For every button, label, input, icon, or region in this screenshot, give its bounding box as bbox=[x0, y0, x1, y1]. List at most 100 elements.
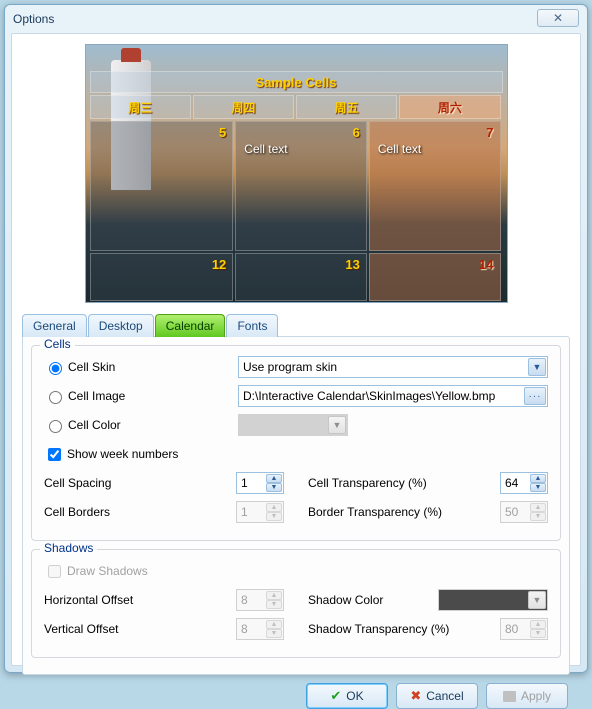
day-header-wed: 周三 bbox=[90, 95, 191, 119]
preview-cell: 14 bbox=[369, 253, 501, 301]
shadow-color-label: Shadow Color bbox=[308, 593, 438, 607]
cell-borders-label: Cell Borders bbox=[44, 505, 236, 519]
shadows-group: Shadows Draw Shadows Horizontal Offset 8… bbox=[31, 549, 561, 658]
horizontal-offset-value: 8 bbox=[241, 593, 248, 607]
shadows-row-2: Vertical Offset 8 ▲▼ Shadow Transparency … bbox=[44, 618, 548, 647]
cell-color-picker[interactable]: ▼ bbox=[238, 414, 348, 436]
cell-image-radio[interactable] bbox=[49, 391, 62, 404]
cell-skin-row: Cell Skin Use program skin ▼ bbox=[44, 356, 548, 378]
ok-button[interactable]: ✔ OK bbox=[306, 683, 388, 709]
day-header-thu: 周四 bbox=[193, 95, 294, 119]
cell-number: 13 bbox=[345, 257, 359, 272]
vertical-offset-value: 8 bbox=[241, 622, 248, 636]
preview-row-2: 12 13 14 bbox=[90, 253, 503, 301]
tab-panel: Cells Cell Skin Use program skin ▼ Cell … bbox=[22, 336, 570, 675]
preview-day-headers: 周三 周四 周五 周六 bbox=[90, 95, 503, 119]
cell-spacing-label: Cell Spacing bbox=[44, 476, 236, 490]
preview-cell: 12 bbox=[90, 253, 234, 301]
chevron-down-icon: ▼ bbox=[328, 416, 346, 434]
preview-cell: 6 Cell text bbox=[235, 121, 367, 251]
shadows-group-title: Shadows bbox=[40, 541, 97, 555]
cell-number: 6 bbox=[353, 125, 360, 140]
border-transparency-label: Border Transparency (%) bbox=[308, 505, 500, 519]
spinner-buttons: ▲▼ bbox=[530, 503, 546, 521]
cancel-button[interactable]: ✖ Cancel bbox=[396, 683, 478, 709]
shadow-transparency-spinner: 80 ▲▼ bbox=[500, 618, 548, 640]
spinner-buttons[interactable]: ▲▼ bbox=[266, 474, 282, 492]
horizontal-offset-spinner: 8 ▲▼ bbox=[236, 589, 284, 611]
apply-button: Apply bbox=[486, 683, 568, 709]
check-icon: ✔ bbox=[330, 688, 341, 704]
shadow-color-picker: ▼ bbox=[438, 589, 548, 611]
shadows-row-1: Horizontal Offset 8 ▲▼ Shadow Color ▼ bbox=[44, 589, 548, 618]
cell-number: 12 bbox=[212, 257, 226, 272]
tab-strip: General Desktop Calendar Fonts bbox=[22, 313, 570, 336]
cells-numeric-row-2: Cell Borders 1 ▲▼ Border Transparency (%)… bbox=[44, 501, 548, 530]
cell-image-label: Cell Image bbox=[68, 389, 238, 403]
calendar-preview: Sample Cells 周三 周四 周五 周六 5 6 Cell text 7C… bbox=[85, 44, 508, 303]
chevron-down-icon: ▼ bbox=[528, 358, 546, 376]
browse-button[interactable]: ··· bbox=[524, 387, 546, 405]
draw-shadows-row: Draw Shadows bbox=[44, 560, 548, 582]
ok-label: OK bbox=[346, 689, 363, 703]
cell-skin-label: Cell Skin bbox=[68, 360, 238, 374]
cell-color-row: Cell Color ▼ bbox=[44, 414, 548, 436]
preview-title-bar: Sample Cells bbox=[90, 71, 503, 93]
dialog-buttons: ✔ OK ✖ Cancel Apply bbox=[22, 675, 570, 709]
draw-shadows-label: Draw Shadows bbox=[67, 564, 148, 578]
window-title: Options bbox=[13, 12, 54, 26]
day-header-fri: 周五 bbox=[296, 95, 397, 119]
vertical-offset-label: Vertical Offset bbox=[44, 622, 236, 636]
show-week-numbers-checkbox[interactable] bbox=[48, 448, 61, 461]
cross-icon: ✖ bbox=[410, 688, 421, 704]
show-week-numbers-row: Show week numbers bbox=[44, 443, 548, 465]
cell-borders-spinner: 1 ▲▼ bbox=[236, 501, 284, 523]
options-dialog: Options ✕ Sample Cells 周三 周四 周五 周六 5 6 Ce… bbox=[4, 4, 588, 673]
cell-skin-combo[interactable]: Use program skin ▼ bbox=[238, 356, 548, 378]
cell-image-path[interactable]: D:\Interactive Calendar\SkinImages\Yello… bbox=[238, 385, 548, 407]
cell-transparency-spinner[interactable]: 64 ▲▼ bbox=[500, 472, 548, 494]
cell-number: 14 bbox=[479, 257, 493, 272]
tab-calendar[interactable]: Calendar bbox=[155, 314, 226, 337]
horizontal-offset-label: Horizontal Offset bbox=[44, 593, 236, 607]
tab-fonts[interactable]: Fonts bbox=[226, 314, 278, 337]
preview-cell: 7Cell text bbox=[369, 121, 501, 251]
cell-borders-value: 1 bbox=[241, 505, 248, 519]
cells-numeric-row-1: Cell Spacing 1▲▼ Cell Transparency (%) 6… bbox=[44, 472, 548, 501]
spinner-buttons: ▲▼ bbox=[266, 503, 282, 521]
cell-color-radio[interactable] bbox=[49, 420, 62, 433]
vertical-offset-spinner: 8 ▲▼ bbox=[236, 618, 284, 640]
close-button[interactable]: ✕ bbox=[537, 9, 579, 27]
shadow-transparency-label: Shadow Transparency (%) bbox=[308, 622, 500, 636]
cell-image-value: D:\Interactive Calendar\SkinImages\Yello… bbox=[243, 389, 495, 403]
close-icon: ✕ bbox=[553, 11, 563, 25]
cell-skin-radio[interactable] bbox=[49, 362, 62, 375]
show-week-numbers-label: Show week numbers bbox=[67, 447, 178, 461]
day-header-sat: 周六 bbox=[399, 95, 500, 119]
border-transparency-spinner: 50 ▲▼ bbox=[500, 501, 548, 523]
preview-cell: 13 bbox=[235, 253, 367, 301]
cell-text: Cell text bbox=[244, 142, 287, 156]
cell-color-label: Cell Color bbox=[68, 418, 238, 432]
chevron-down-icon: ▼ bbox=[528, 591, 546, 609]
cells-group-title: Cells bbox=[40, 337, 75, 351]
cancel-label: Cancel bbox=[426, 689, 463, 703]
cells-group: Cells Cell Skin Use program skin ▼ Cell … bbox=[31, 345, 561, 541]
disk-icon bbox=[503, 691, 516, 702]
preview-cell: 5 bbox=[90, 121, 234, 251]
cell-skin-value: Use program skin bbox=[243, 360, 337, 374]
spinner-buttons: ▲▼ bbox=[530, 620, 546, 638]
apply-label: Apply bbox=[521, 689, 551, 703]
cell-transparency-value: 64 bbox=[505, 476, 518, 490]
tab-desktop[interactable]: Desktop bbox=[88, 314, 154, 337]
spinner-buttons: ▲▼ bbox=[266, 591, 282, 609]
spinner-buttons: ▲▼ bbox=[266, 620, 282, 638]
cell-transparency-label: Cell Transparency (%) bbox=[308, 476, 500, 490]
preview-row-1: 5 6 Cell text 7Cell text bbox=[90, 121, 503, 251]
cell-number: 7 bbox=[486, 125, 493, 140]
border-transparency-value: 50 bbox=[505, 505, 518, 519]
shadow-transparency-value: 80 bbox=[505, 622, 518, 636]
tab-general[interactable]: General bbox=[22, 314, 87, 337]
spinner-buttons[interactable]: ▲▼ bbox=[530, 474, 546, 492]
cell-spacing-spinner[interactable]: 1▲▼ bbox=[236, 472, 284, 494]
